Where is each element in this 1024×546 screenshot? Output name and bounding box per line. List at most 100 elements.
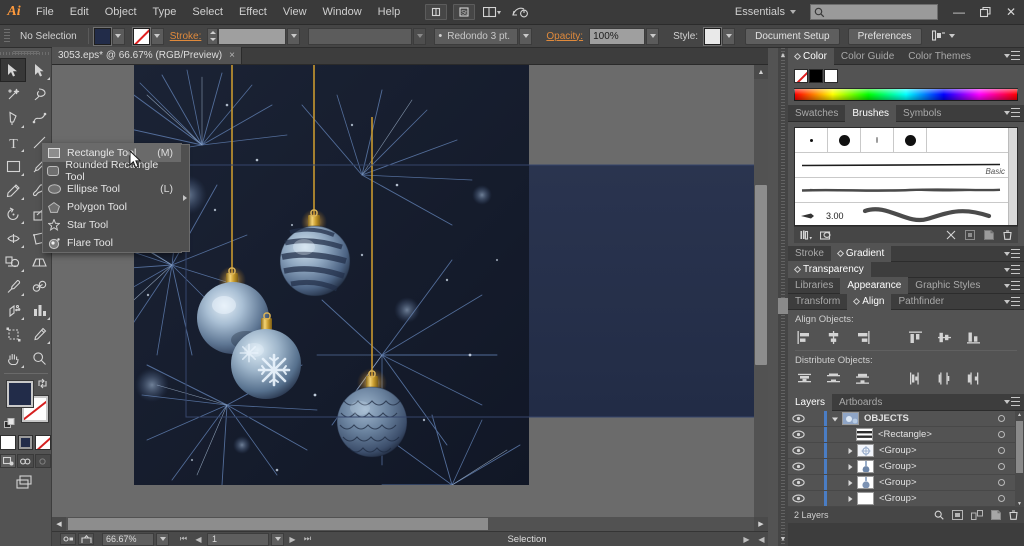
tab-transparency[interactable]: Transparency: [788, 261, 871, 278]
options-of-selected-object-icon[interactable]: [965, 230, 975, 240]
zoom-level-field[interactable]: 66.67%: [102, 532, 154, 546]
eye-icon[interactable]: [788, 446, 808, 455]
eye-icon[interactable]: [788, 494, 808, 503]
layer-name[interactable]: <Group>: [879, 477, 990, 488]
delete-layer-icon[interactable]: [1009, 510, 1018, 520]
opacity-field[interactable]: 100%: [589, 27, 646, 45]
magic-wand-tool[interactable]: [0, 82, 26, 106]
tab-pathfinder[interactable]: Pathfinder: [891, 293, 951, 310]
layers-scrollbar-thumb[interactable]: [1016, 421, 1023, 473]
layers-panel-menu-icon[interactable]: [1004, 397, 1020, 406]
menu-help[interactable]: Help: [370, 0, 409, 25]
locate-object-icon[interactable]: [934, 510, 944, 520]
tab-layers[interactable]: Layers: [788, 394, 833, 411]
drawing-mode-normal-icon[interactable]: [0, 454, 17, 468]
menu-edit[interactable]: Edit: [62, 0, 97, 25]
tab-swatches[interactable]: Swatches: [788, 105, 845, 122]
direct-selection-tool[interactable]: [26, 58, 52, 82]
align-panel-menu-icon[interactable]: [1004, 297, 1020, 306]
tab-color-guide[interactable]: Color Guide: [834, 48, 901, 65]
menu-file[interactable]: File: [28, 0, 62, 25]
menu-object[interactable]: Object: [97, 0, 145, 25]
color-swatch-white[interactable]: [824, 69, 838, 83]
layer-name[interactable]: OBJECTS: [864, 413, 990, 424]
share-document-icon[interactable]: [78, 533, 94, 545]
appearance-panel-menu-icon[interactable]: [1004, 281, 1020, 290]
target-indicator[interactable]: [990, 415, 1012, 422]
stroke-dropdown-button[interactable]: [150, 27, 164, 45]
collapse-panels-icon[interactable]: ▲: [778, 50, 788, 60]
next-artboard-icon[interactable]: ▶: [286, 533, 299, 546]
artboard-dropdown[interactable]: [271, 532, 284, 546]
brush-row-3pt-round[interactable]: 3.00: [795, 203, 1017, 228]
style-dropdown[interactable]: [722, 27, 736, 45]
tab-graphic-styles[interactable]: Graphic Styles: [908, 277, 987, 294]
distribute-right-button[interactable]: [964, 370, 982, 386]
tab-stroke[interactable]: Stroke: [788, 245, 831, 262]
rectangle-tool[interactable]: [0, 154, 26, 178]
brushes-list[interactable]: Basic 3.00: [794, 127, 1018, 226]
swap-fill-stroke-icon[interactable]: [37, 378, 48, 389]
disclosure-triangle-right-icon[interactable]: [842, 447, 857, 455]
brush-libraries-icon[interactable]: [800, 230, 812, 240]
distribute-top-button[interactable]: [795, 370, 813, 386]
align-right-button[interactable]: [853, 329, 871, 345]
document-tab[interactable]: 3053.eps* @ 66.67% (RGB/Preview) ×: [52, 47, 242, 64]
flyout-item-star-tool[interactable]: Star Tool: [43, 216, 181, 234]
workspace-switcher[interactable]: Essentials: [729, 6, 802, 18]
layers-list[interactable]: OBJECTS <Rectangle> <Group> <Group> <Gro…: [788, 411, 1024, 507]
layers-scroll-up-icon[interactable]: ▲: [1016, 411, 1023, 418]
target-indicator[interactable]: [990, 431, 1012, 438]
eye-icon[interactable]: [788, 430, 808, 439]
bridge-icon[interactable]: [425, 4, 448, 20]
canvas-vertical-scrollbar[interactable]: ▲ ▼: [754, 65, 768, 531]
menu-window[interactable]: Window: [315, 0, 370, 25]
layer-name[interactable]: <Group>: [879, 445, 990, 456]
pen-tool[interactable]: [0, 106, 26, 130]
scroll-left-icon[interactable]: ◀: [52, 517, 66, 531]
curvature-tool[interactable]: [26, 106, 52, 130]
eyedropper-tool[interactable]: [0, 274, 26, 298]
stroke-weight-dropdown[interactable]: [287, 27, 301, 45]
drawing-mode-behind-icon[interactable]: [17, 454, 34, 468]
type-tool[interactable]: T: [0, 130, 26, 154]
tab-gradient[interactable]: Gradient: [830, 245, 892, 262]
disclosure-triangle-right-icon[interactable]: [842, 463, 857, 471]
make-clipping-mask-icon[interactable]: [952, 510, 963, 520]
stroke-weight-stepper[interactable]: [207, 27, 219, 45]
brush-item-1pt[interactable]: [795, 127, 828, 153]
fill-swatch-large[interactable]: [6, 380, 34, 408]
color-panel-menu-icon[interactable]: [1004, 51, 1020, 60]
brushes-scrollbar[interactable]: [1008, 128, 1017, 225]
create-new-layer-icon[interactable]: [991, 510, 1001, 520]
brush-row-art-thin[interactable]: Basic: [795, 153, 1017, 178]
tools-panel-grip[interactable]: [0, 48, 51, 58]
artboard-tool[interactable]: [0, 322, 26, 346]
stroke-weight-field[interactable]: [218, 27, 287, 45]
flyout-item-polygon-tool[interactable]: Polygon Tool: [43, 198, 181, 216]
flyout-tear-off-handle[interactable]: [181, 144, 190, 252]
distribute-left-button[interactable]: [906, 370, 924, 386]
flyout-item-ellipse-tool[interactable]: Ellipse Tool (L): [43, 180, 181, 198]
remove-brush-link-icon[interactable]: [946, 230, 956, 240]
cc-sync-icon[interactable]: [509, 4, 531, 20]
blend-tool[interactable]: [26, 274, 52, 298]
gradient-button[interactable]: [17, 435, 34, 450]
tab-transform[interactable]: Transform: [788, 293, 847, 310]
arrange-documents-icon[interactable]: [481, 4, 503, 20]
shape-builder-tool[interactable]: [0, 250, 26, 274]
align-bottom-button[interactable]: [964, 329, 982, 345]
color-button[interactable]: [0, 435, 16, 450]
status-menu-icon[interactable]: ▶: [740, 533, 753, 546]
previous-artboard-icon[interactable]: ◀: [192, 533, 205, 546]
table-row[interactable]: <Group>: [788, 475, 1024, 491]
align-options-icon[interactable]: [931, 30, 955, 42]
width-profile-dropdown[interactable]: [413, 27, 427, 45]
none-button[interactable]: [35, 435, 52, 450]
canvas-area[interactable]: ▲ ▼: [52, 65, 768, 531]
distribute-bottom-button[interactable]: [853, 370, 871, 386]
tab-artboards[interactable]: Artboards: [832, 394, 889, 411]
brush-item-5pt[interactable]: [828, 127, 861, 153]
target-indicator[interactable]: [990, 447, 1012, 454]
align-left-button[interactable]: [795, 329, 813, 345]
